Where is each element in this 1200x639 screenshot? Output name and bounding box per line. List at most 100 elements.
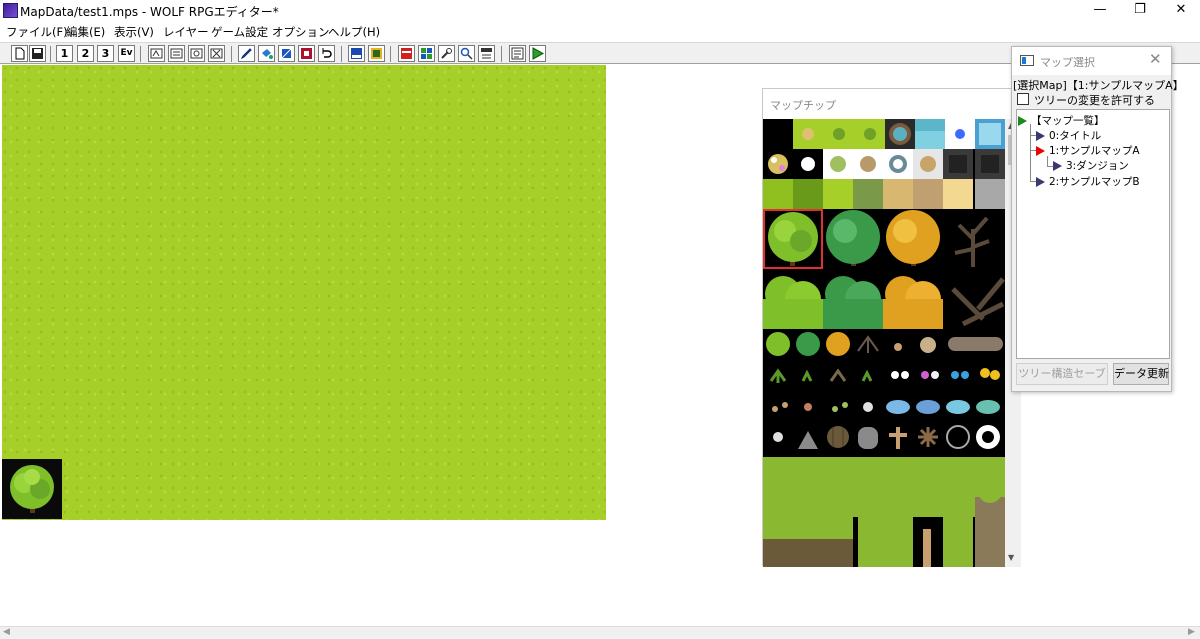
tree-item-sample-map-a[interactable]: 1:サンプルマップA — [1036, 143, 1140, 158]
draw-mode-4-icon[interactable] — [208, 45, 225, 62]
map-chip-window: マップチップ ▼ — [762, 88, 1021, 567]
menu-layer[interactable]: レイヤー — [163, 24, 209, 40]
chip-tree-autumn[interactable] — [886, 210, 940, 266]
tree-item-root[interactable]: 【マップ一覧】 — [1018, 113, 1105, 128]
chip-small-rock[interactable] — [894, 343, 902, 351]
tree-item-sample-map-b[interactable]: 2:サンプルマップB — [1036, 174, 1140, 189]
chip-dead-shrub[interactable] — [857, 335, 879, 353]
save-icon[interactable] — [29, 45, 46, 62]
chip-log[interactable] — [948, 337, 1003, 351]
app-icon — [3, 3, 18, 18]
tool-wrench-icon[interactable] — [438, 45, 455, 62]
chip-window-titlebar[interactable]: マップチップ — [763, 89, 1021, 119]
save-tree-structure-button[interactable]: ツリー構造セーブ — [1016, 363, 1108, 385]
chip-window-title: マップチップ — [770, 99, 836, 112]
script-editor-icon[interactable] — [509, 45, 526, 62]
map-select-title: マップ選択 — [1040, 56, 1095, 69]
fill-bucket-icon[interactable] — [258, 45, 275, 62]
database-system-icon[interactable] — [368, 45, 385, 62]
chip-small-bush-autumn[interactable] — [826, 332, 850, 356]
toolbar-separator — [501, 46, 502, 62]
layer1-button[interactable]: 1 — [56, 45, 73, 62]
menu-edit[interactable]: 編集(E) — [66, 24, 105, 40]
chip-objects-row[interactable] — [773, 425, 1000, 449]
allow-tree-change-checkbox[interactable] — [1017, 93, 1029, 105]
select-area-icon[interactable] — [298, 45, 315, 62]
new-file-icon[interactable] — [11, 45, 28, 62]
toolbar-separator — [390, 46, 391, 62]
database-variable-icon[interactable] — [398, 45, 415, 62]
draw-mode-3-icon[interactable] — [188, 45, 205, 62]
chip-flowers[interactable] — [768, 154, 788, 174]
menu-view[interactable]: 表示(V) — [114, 24, 154, 40]
rectangle-tool-icon[interactable] — [278, 45, 295, 62]
chip-terrain[interactable] — [883, 179, 913, 209]
tile-settings-icon[interactable] — [418, 45, 435, 62]
pencil-icon[interactable] — [238, 45, 255, 62]
chip-terrain[interactable] — [943, 179, 973, 209]
toolbar-separator — [140, 46, 141, 62]
close-button[interactable]: ✕ — [1158, 0, 1200, 22]
refresh-data-button[interactable]: データ更新 — [1113, 363, 1169, 385]
chip-mushrooms-row[interactable] — [772, 400, 1000, 414]
triangle-icon — [1036, 130, 1045, 141]
chip-terrain[interactable] — [975, 179, 1005, 209]
chip-tree-green[interactable] — [768, 212, 818, 266]
chip-small-bush[interactable] — [766, 332, 790, 356]
layer2-button[interactable]: 2 — [77, 45, 94, 62]
chip-terrain[interactable] — [823, 179, 853, 209]
event-layer-button[interactable]: Ev — [118, 45, 135, 62]
map-tree[interactable]: 【マップ一覧】 0:タイトル 1:サンプルマップA 3:ダンジョン 2:サンプル… — [1016, 109, 1170, 359]
test-play-icon[interactable] — [529, 45, 546, 62]
chip-terrain[interactable] — [913, 179, 943, 209]
triangle-icon — [1036, 176, 1045, 187]
chip-tree-teal[interactable] — [826, 210, 880, 266]
chip-dark-grass[interactable] — [833, 128, 845, 140]
placed-tree-tile[interactable] — [2, 459, 62, 519]
toolbar-separator — [231, 46, 232, 62]
chip-palette[interactable] — [763, 119, 1005, 567]
chip-small-bush-teal[interactable] — [796, 332, 820, 356]
chip-tree-lower-teal[interactable] — [823, 276, 883, 329]
tree-item-title[interactable]: 0:タイトル — [1036, 128, 1101, 143]
toolbar-separator — [341, 46, 342, 62]
chip-tree-dead[interactable] — [954, 216, 990, 267]
map-editor-icon[interactable] — [478, 45, 495, 62]
map-select-titlebar[interactable]: マップ選択 ✕ — [1012, 47, 1171, 75]
chip-stump-small[interactable] — [920, 337, 936, 353]
draw-mode-icon[interactable] — [148, 45, 165, 62]
tree-item-dungeon[interactable]: 3:ダンジョン — [1053, 158, 1129, 173]
scroll-left-icon[interactable]: ◀ — [3, 627, 10, 637]
window-title: MapData/test1.mps - WOLF RPGエディター* — [20, 5, 279, 19]
menu-game-settings[interactable]: ゲーム設定 — [211, 24, 268, 40]
draw-mode-2-icon[interactable] — [168, 45, 185, 62]
horizontal-scrollbar[interactable]: ◀ ▶ — [0, 626, 1200, 639]
restore-button[interactable]: ❐ — [1117, 0, 1163, 22]
chip-grass-patch[interactable] — [864, 128, 876, 140]
scroll-right-icon[interactable]: ▶ — [1188, 627, 1195, 637]
map-canvas[interactable] — [2, 65, 606, 520]
chip-tree-lower-autumn[interactable] — [883, 276, 943, 329]
title-bar: MapData/test1.mps - WOLF RPGエディター* — ❐ ✕ — [0, 0, 1200, 22]
chip-sand-patch[interactable] — [802, 128, 814, 140]
database-user-icon[interactable] — [348, 45, 365, 62]
chip-terrain[interactable] — [793, 179, 823, 209]
chip-terrain[interactable] — [853, 179, 883, 209]
menu-options[interactable]: オプション — [272, 24, 330, 40]
menu-help[interactable]: ヘルプ(H) — [328, 24, 380, 40]
chip-tree-lower-dead[interactable] — [951, 277, 1005, 327]
menu-file[interactable]: ファイル(F) — [6, 24, 68, 40]
chip-terrain[interactable] — [763, 179, 793, 209]
chip-white-dot[interactable] — [801, 157, 815, 171]
map-select-window: マップ選択 ✕ [選択Map]【1:サンプルマップA】 ツリーの変更を許可する … — [1011, 46, 1184, 392]
undo-icon[interactable] — [318, 45, 335, 62]
allow-tree-change-label[interactable]: ツリーの変更を許可する — [1034, 92, 1155, 108]
search-icon[interactable] — [458, 45, 475, 62]
chip-tree-lower-green[interactable] — [763, 276, 823, 329]
chip-plants-row[interactable] — [769, 368, 1000, 383]
close-icon[interactable]: ✕ — [1149, 50, 1162, 68]
scroll-down-icon[interactable]: ▼ — [1008, 553, 1014, 562]
window-icon — [1020, 55, 1034, 66]
layer3-button[interactable]: 3 — [97, 45, 114, 62]
chip-cliff-autotiles[interactable] — [763, 457, 1005, 567]
